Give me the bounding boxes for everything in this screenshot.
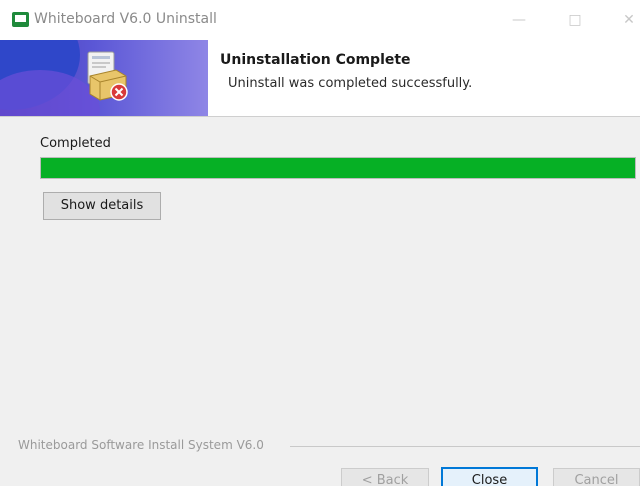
header-title: Uninstallation Complete bbox=[220, 52, 411, 68]
banner-swoosh-secondary bbox=[0, 70, 100, 116]
progress-bar-fill bbox=[41, 158, 635, 178]
footer-divider bbox=[290, 446, 640, 447]
back-button[interactable]: < Back bbox=[341, 468, 429, 486]
minimize-button[interactable]: — bbox=[496, 6, 542, 34]
uninstall-box-icon bbox=[87, 51, 128, 101]
title-bar: Whiteboard V6.0 Uninstall — □ ✕ bbox=[0, 0, 640, 40]
header-subtitle: Uninstall was completed successfully. bbox=[228, 76, 473, 91]
progress-bar bbox=[40, 157, 636, 179]
maximize-button[interactable]: □ bbox=[552, 6, 598, 34]
banner-graphic bbox=[0, 40, 208, 116]
close-button[interactable]: Close bbox=[441, 467, 538, 486]
status-label: Completed bbox=[40, 136, 111, 151]
close-window-button[interactable]: ✕ bbox=[606, 6, 640, 34]
whiteboard-app-icon bbox=[12, 12, 29, 27]
header-banner: Uninstallation Complete Uninstall was co… bbox=[0, 40, 640, 117]
show-details-button[interactable]: Show details bbox=[43, 192, 161, 220]
cancel-button[interactable]: Cancel bbox=[553, 468, 640, 486]
uninstall-window: Whiteboard V6.0 Uninstall — □ ✕ Uninstal… bbox=[0, 0, 640, 486]
window-title: Whiteboard V6.0 Uninstall bbox=[34, 11, 217, 27]
installer-branding: Whiteboard Software Install System V6.0 bbox=[18, 438, 264, 452]
